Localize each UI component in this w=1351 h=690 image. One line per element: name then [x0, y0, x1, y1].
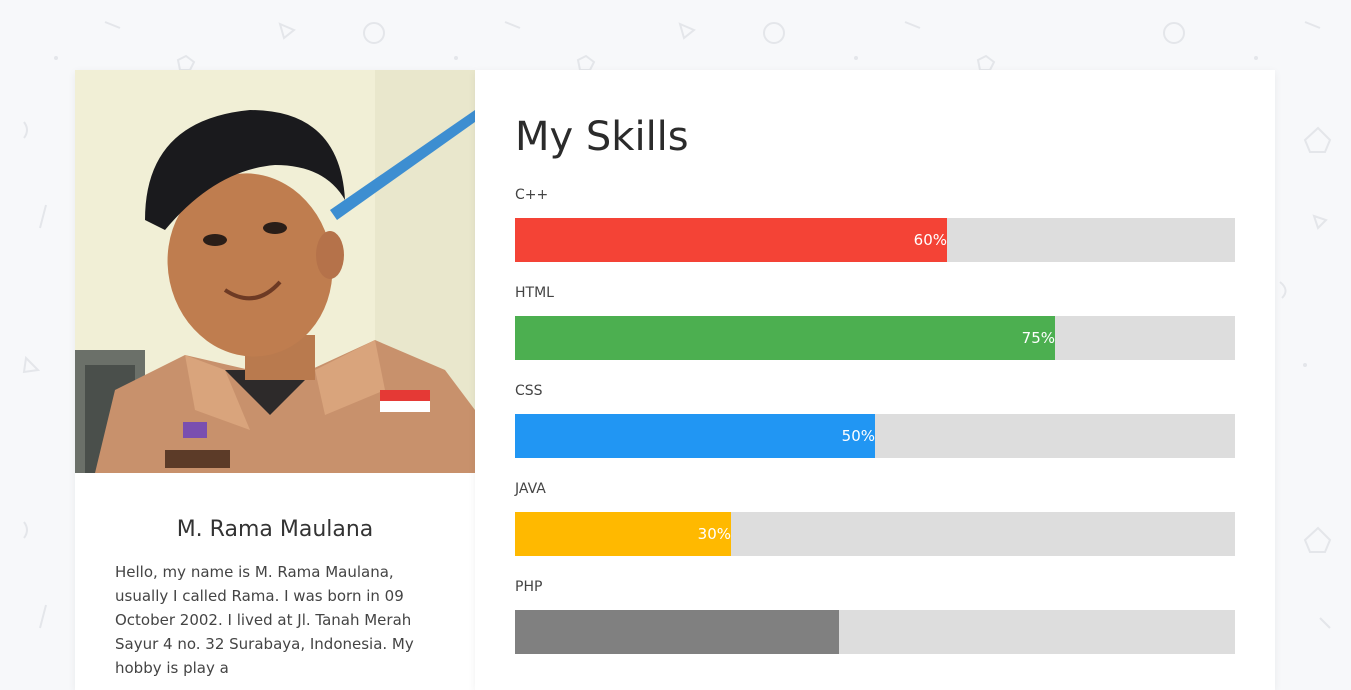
skill-progress-bar: 50% [515, 414, 875, 458]
skill-progress-track: 50% [515, 414, 1235, 458]
page-container: M. Rama Maulana Hello, my name is M. Ram… [75, 70, 1275, 690]
skill-progress-bar: 75% [515, 316, 1055, 360]
skill-progress-bar: 30% [515, 512, 731, 556]
skill-progress-track: 75% [515, 316, 1235, 360]
skill-label: PHP [515, 579, 543, 595]
profile-card: M. Rama Maulana Hello, my name is M. Ram… [75, 70, 475, 690]
skill-label: JAVA [515, 481, 546, 497]
skill-item-css: CSS 50% [515, 382, 1235, 458]
skill-progress-track [515, 610, 1235, 654]
profile-photo [75, 70, 475, 473]
skill-progress-bar: 60% [515, 218, 947, 262]
skill-label: C++ [515, 187, 549, 203]
skill-item-java: JAVA 30% [515, 480, 1235, 556]
skills-card: My Skills C++ 60% HTML 75% CSS 50% JAVA … [475, 70, 1275, 690]
skill-item-php: PHP [515, 578, 1235, 654]
profile-name: M. Rama Maulana [176, 517, 374, 542]
skills-title: My Skills [515, 114, 689, 160]
skill-label: HTML [515, 285, 554, 301]
skill-progress-track: 30% [515, 512, 1235, 556]
skill-label: CSS [515, 383, 543, 399]
skill-progress-bar [515, 610, 839, 654]
skill-item-cpp: C++ 60% [515, 186, 1235, 262]
skill-item-html: HTML 75% [515, 284, 1235, 360]
profile-bio: Hello, my name is M. Rama Maulana, usual… [115, 563, 414, 677]
skill-progress-track: 60% [515, 218, 1235, 262]
